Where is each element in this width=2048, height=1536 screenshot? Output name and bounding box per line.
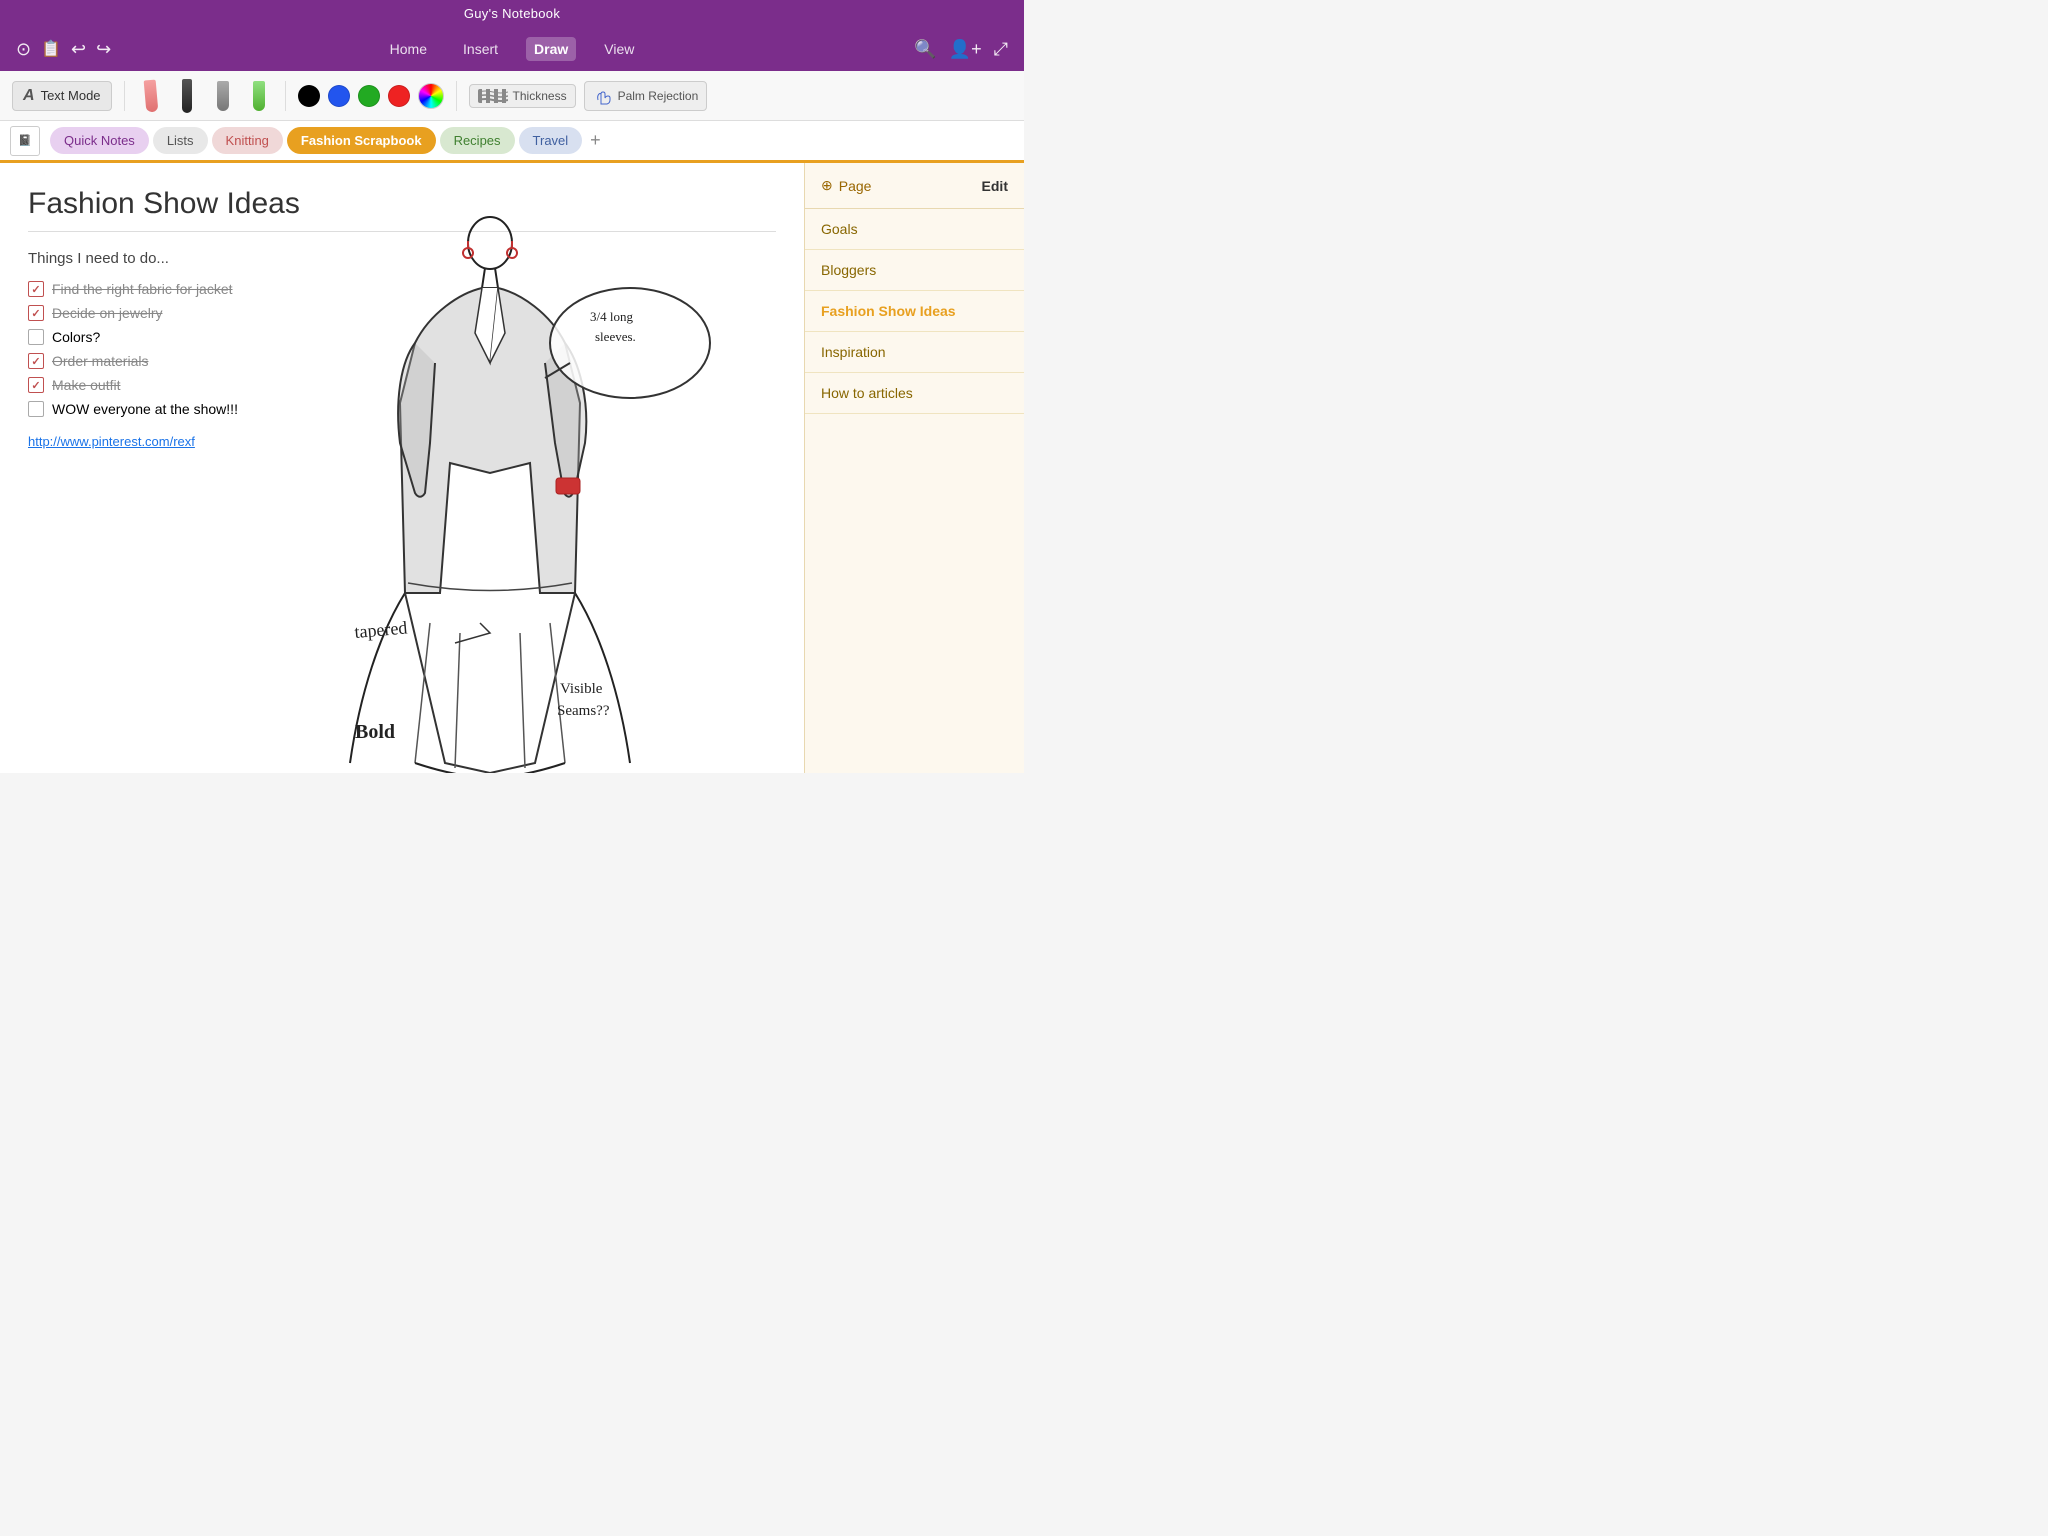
separator-3 xyxy=(456,81,457,111)
tabs-bar: 📓 Quick Notes Lists Knitting Fashion Scr… xyxy=(0,121,1024,163)
color-black[interactable] xyxy=(298,85,320,107)
add-page-icon: ⊕ xyxy=(821,177,833,194)
menu-insert[interactable]: Insert xyxy=(455,37,506,61)
page-content: Fashion Show Ideas Things I need to do..… xyxy=(0,163,804,773)
palm-rejection-button[interactable]: Palm Rejection xyxy=(584,81,708,111)
sketch-area: 3/4 long sleeves. tapered Visible Seams?… xyxy=(220,223,794,763)
back-circle-icon[interactable]: ⊙ xyxy=(16,39,31,60)
text-mode-icon: A xyxy=(23,87,35,105)
tab-lists[interactable]: Lists xyxy=(153,127,208,154)
app-title: Guy's Notebook xyxy=(464,6,560,21)
pen-dark-shape xyxy=(182,79,192,113)
todo-text-2: Decide on jewelry xyxy=(52,305,163,321)
todo-text-1: Find the right fabric for jacket xyxy=(52,281,233,297)
search-icon[interactable]: 🔍 xyxy=(914,39,936,60)
undo-icon[interactable]: ↩ xyxy=(71,39,86,60)
menu-bar: ⊙ 📋 ↩ ↪ Home Insert Draw View 🔍 👤+ ⤢ xyxy=(0,27,1024,71)
checkbox-5[interactable] xyxy=(28,377,44,393)
nav-right: 🔍 👤+ ⤢ xyxy=(642,39,1008,60)
svg-text:tapered: tapered xyxy=(354,617,409,642)
separator-2 xyxy=(285,81,286,111)
sidebar-edit-button[interactable]: Edit xyxy=(982,178,1008,194)
svg-text:3/4 long: 3/4 long xyxy=(590,309,633,324)
todo-text-3: Colors? xyxy=(52,329,100,345)
right-sidebar: ⊕ Page Edit Goals Bloggers Fashion Show … xyxy=(804,163,1024,773)
thickness-icon xyxy=(478,89,508,103)
palm-icon xyxy=(593,86,613,106)
thickness-button[interactable]: Thickness xyxy=(469,84,576,108)
redo-icon[interactable]: ↪ xyxy=(96,39,111,60)
add-tab-button[interactable]: + xyxy=(590,130,601,151)
sidebar-item-goals[interactable]: Goals xyxy=(805,209,1024,250)
checkbox-1[interactable] xyxy=(28,281,44,297)
expand-icon[interactable]: ⤢ xyxy=(994,39,1008,60)
svg-text:Bold: Bold xyxy=(355,721,395,743)
todo-text-5: Make outfit xyxy=(52,377,120,393)
add-person-icon[interactable]: 👤+ xyxy=(949,39,982,60)
separator-1 xyxy=(124,81,125,111)
color-red[interactable] xyxy=(388,85,410,107)
sidebar-item-how-to-articles[interactable]: How to articles xyxy=(805,373,1024,414)
thickness-label: Thickness xyxy=(513,89,567,103)
notebook-icon[interactable]: 📋 xyxy=(41,39,61,59)
svg-text:Seams??: Seams?? xyxy=(557,703,610,719)
fashion-sketch-svg: 3/4 long sleeves. tapered Visible Seams?… xyxy=(260,203,740,773)
text-mode-button[interactable]: A Text Mode xyxy=(12,81,112,111)
pinterest-link[interactable]: http://www.pinterest.com/rexf xyxy=(28,434,195,449)
color-wheel[interactable] xyxy=(418,83,444,109)
nav-center: Home Insert Draw View xyxy=(382,37,643,61)
todo-text-6: WOW everyone at the show!!! xyxy=(52,401,238,417)
menu-home[interactable]: Home xyxy=(382,37,435,61)
tab-travel[interactable]: Travel xyxy=(519,127,583,154)
menu-draw[interactable]: Draw xyxy=(526,37,576,61)
tab-knitting[interactable]: Knitting xyxy=(212,127,283,154)
menu-view[interactable]: View xyxy=(596,37,642,61)
tab-fashion-scrapbook[interactable]: Fashion Scrapbook xyxy=(287,127,436,154)
checkbox-3[interactable] xyxy=(28,329,44,345)
pen-dark-tool[interactable] xyxy=(173,78,201,114)
toolbar: A Text Mode Thickness xyxy=(0,71,1024,121)
title-bar: Guy's Notebook xyxy=(0,0,1024,27)
nav-left: ⊙ 📋 ↩ ↪ xyxy=(16,39,382,60)
pen-gray-tool[interactable] xyxy=(209,78,237,114)
pen-green-shape xyxy=(253,81,265,111)
tab-quick-notes[interactable]: Quick Notes xyxy=(50,127,149,154)
svg-text:sleeves.: sleeves. xyxy=(595,329,636,344)
pen-pink-shape xyxy=(143,79,158,112)
color-green[interactable] xyxy=(358,85,380,107)
text-mode-label: Text Mode xyxy=(41,88,101,103)
pen-green-tool[interactable] xyxy=(245,78,273,114)
tab-recipes[interactable]: Recipes xyxy=(440,127,515,154)
checkbox-4[interactable] xyxy=(28,353,44,369)
pen-pink-tool[interactable] xyxy=(137,78,165,114)
pen-gray-shape xyxy=(217,81,229,111)
sidebar-item-inspiration[interactable]: Inspiration xyxy=(805,332,1024,373)
checkbox-2[interactable] xyxy=(28,305,44,321)
main-area: Fashion Show Ideas Things I need to do..… xyxy=(0,163,1024,773)
sidebar-header: ⊕ Page Edit xyxy=(805,163,1024,209)
page-label: Page xyxy=(839,178,872,194)
svg-text:Visible: Visible xyxy=(560,681,603,697)
sidebar-item-fashion-show-ideas[interactable]: Fashion Show Ideas xyxy=(805,291,1024,332)
palm-rejection-label: Palm Rejection xyxy=(618,89,699,103)
notebook-selector[interactable]: 📓 xyxy=(10,126,40,156)
checkbox-6[interactable] xyxy=(28,401,44,417)
todo-text-4: Order materials xyxy=(52,353,148,369)
page-add-button[interactable]: ⊕ Page xyxy=(821,177,871,194)
color-blue[interactable] xyxy=(328,85,350,107)
sidebar-item-bloggers[interactable]: Bloggers xyxy=(805,250,1024,291)
